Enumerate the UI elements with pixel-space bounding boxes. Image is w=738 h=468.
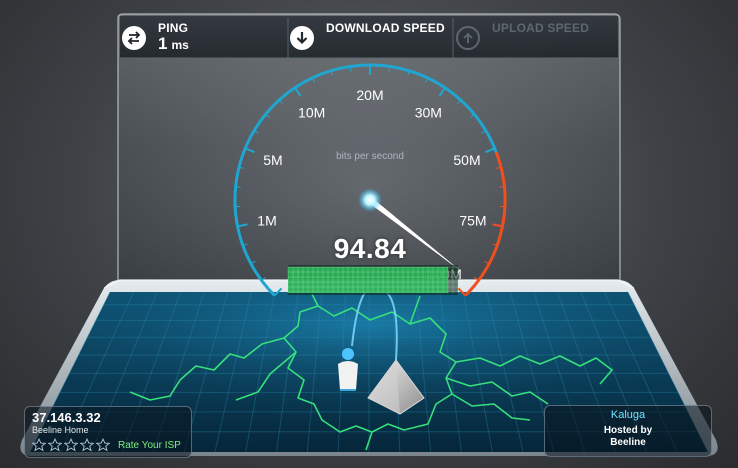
ping-icon — [122, 26, 146, 50]
ping-value: 1 — [158, 34, 168, 53]
gauge-tick-label: 75M — [459, 212, 486, 228]
tab-upload-speed[interactable]: UPLOAD SPEED — [456, 18, 616, 58]
ping-unit: ms — [171, 38, 189, 52]
speed-readout: 94.84 — [333, 233, 407, 264]
client-info-panel: 37.146.3.32 Beeline Home Rate Your ISP — [24, 406, 192, 458]
ip-address: 37.146.3.32 — [32, 410, 101, 425]
gauge-unit-label: bits per second — [336, 151, 404, 162]
gauge-tick-label: 20M — [356, 87, 383, 103]
download-arrow-icon — [290, 26, 314, 50]
gauge-tick-label: 5M — [263, 152, 282, 168]
download-label: DOWNLOAD SPEED — [326, 21, 445, 35]
gauge-tick-label: 10M — [298, 105, 325, 121]
host-name: Beeline — [610, 437, 646, 448]
upload-label: UPLOAD SPEED — [492, 21, 590, 35]
tab-download-speed[interactable]: DOWNLOAD SPEED — [290, 18, 452, 58]
download-progress-bar — [287, 265, 459, 295]
tab-ping[interactable]: PING 1 ms — [122, 18, 288, 58]
star-icon[interactable] — [48, 438, 62, 452]
gauge-tick-label: 30M — [415, 105, 442, 121]
star-icon[interactable] — [64, 438, 78, 452]
star-icon[interactable] — [96, 438, 110, 452]
star-icon[interactable] — [80, 438, 94, 452]
isp-name: Beeline Home — [32, 425, 89, 435]
rating-stars[interactable] — [32, 438, 112, 452]
star-icon[interactable] — [32, 438, 46, 452]
hosted-by-label: Hosted by — [603, 425, 653, 436]
isp-rating: Rate Your ISP — [32, 438, 184, 452]
upload-arrow-icon — [456, 26, 480, 50]
server-info-panel: Kaluga Hosted by Beeline — [544, 405, 712, 457]
rate-isp-link[interactable]: Rate Your ISP — [118, 440, 181, 451]
server-city[interactable]: Kaluga — [545, 408, 711, 422]
gauge-needle-hub — [358, 188, 382, 212]
gauge-tick-label: 1M — [257, 212, 276, 228]
gauge-tick-label: 50M — [453, 152, 480, 168]
ping-label: PING — [158, 21, 189, 35]
